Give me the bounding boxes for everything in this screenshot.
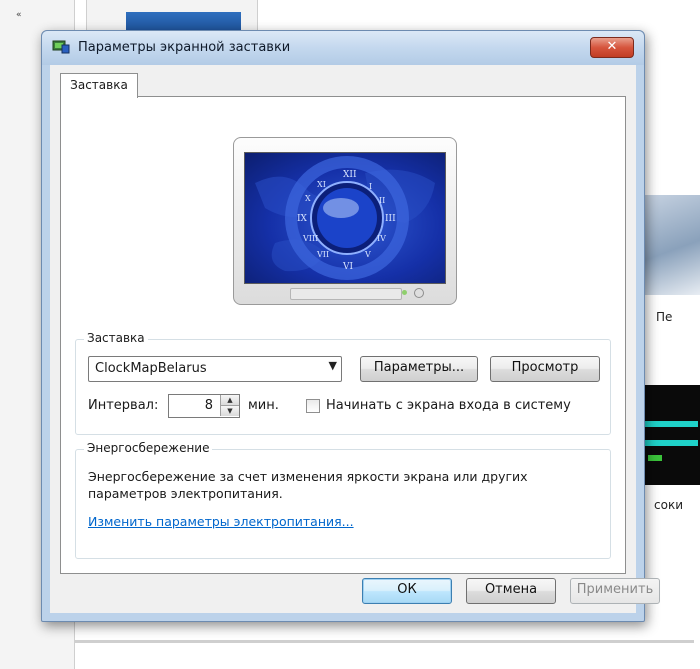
background-thumbnail-2-decoration — [642, 421, 698, 427]
svg-text:III: III — [385, 214, 396, 224]
apply-button[interactable]: Применить — [570, 578, 660, 604]
screensaver-select-value: ClockMapBelarus — [95, 361, 207, 376]
tab-screensaver[interactable]: Заставка — [60, 73, 138, 98]
svg-text:IX: IX — [297, 214, 308, 224]
svg-text:II: II — [379, 196, 385, 205]
svg-text:IV: IV — [377, 234, 386, 243]
svg-text:XI: XI — [317, 180, 326, 189]
chevron-down-icon[interactable]: ▼ — [329, 359, 337, 372]
screensaver-dialog: Параметры экранной заставки ✕ Заставка X… — [41, 30, 660, 622]
background-thumbnail-1[interactable] — [640, 195, 700, 295]
screensaver-preview-screen: XII III VI IX I II IV V VII VIII X XI — [244, 152, 446, 284]
svg-text:I: I — [369, 182, 372, 191]
title-bar[interactable]: Параметры экранной заставки ✕ — [42, 31, 644, 65]
svg-text:XII: XII — [343, 170, 357, 180]
clock-map-preview-icon: XII III VI IX I II IV V VII VIII X XI — [255, 156, 435, 280]
spin-down-icon[interactable]: ▼ — [220, 406, 239, 416]
display-settings-icon — [52, 40, 70, 54]
logon-screen-checkbox[interactable] — [306, 399, 320, 413]
close-button[interactable]: ✕ — [590, 37, 634, 58]
background-thumbnail-2-decoration — [648, 455, 662, 461]
svg-text:VIII: VIII — [302, 234, 318, 243]
interval-value[interactable]: 8 — [205, 398, 213, 413]
dialog-title: Параметры экранной заставки — [78, 40, 291, 55]
ok-button[interactable]: ОК — [362, 578, 452, 604]
svg-text:X: X — [305, 194, 311, 203]
background-thumbnail-2-decoration — [642, 440, 698, 446]
screensaver-group: Заставка ClockMapBelarus ▼ Параметры... … — [75, 331, 611, 435]
cancel-button[interactable]: Отмена — [466, 578, 556, 604]
power-button-icon — [414, 288, 424, 298]
background-left-mark: « — [16, 10, 22, 20]
spin-up-icon[interactable]: ▲ — [220, 395, 239, 406]
background-bottom-bar — [74, 640, 694, 643]
screensaver-select[interactable]: ClockMapBelarus ▼ — [88, 356, 342, 382]
dialog-client-area: Заставка XII III VI IX I II IV V VII VII… — [50, 65, 636, 613]
monitor-preview: XII III VI IX I II IV V VII VIII X XI — [233, 137, 457, 305]
interval-stepper[interactable]: 8 ▲ ▼ — [168, 394, 240, 418]
tab-panel: XII III VI IX I II IV V VII VIII X XI За… — [60, 96, 626, 574]
change-power-settings-link[interactable]: Изменить параметры электропитания... — [88, 514, 354, 529]
background-label-1: Пе — [656, 310, 673, 324]
preview-button[interactable]: Просмотр — [490, 356, 600, 382]
svg-text:V: V — [364, 250, 371, 259]
background-label-2: соки — [654, 498, 683, 512]
screensaver-group-label: Заставка — [84, 331, 148, 345]
svg-text:VII: VII — [316, 250, 329, 259]
interval-unit: мин. — [248, 398, 279, 413]
power-description: Энергосбережение за счет изменения яркос… — [88, 469, 528, 501]
background-thumbnail-2[interactable] — [640, 385, 700, 485]
interval-label: Интервал: — [88, 398, 159, 413]
monitor-base — [290, 288, 402, 300]
settings-button[interactable]: Параметры... — [360, 356, 478, 382]
power-led-icon — [402, 290, 407, 295]
logon-screen-checkbox-label[interactable]: Начинать с экрана входа в систему — [326, 398, 571, 413]
power-group-label: Энергосбережение — [84, 441, 213, 455]
svg-text:VI: VI — [342, 262, 353, 272]
power-management-group: Энергосбережение Энергосбережение за сче… — [75, 441, 611, 559]
